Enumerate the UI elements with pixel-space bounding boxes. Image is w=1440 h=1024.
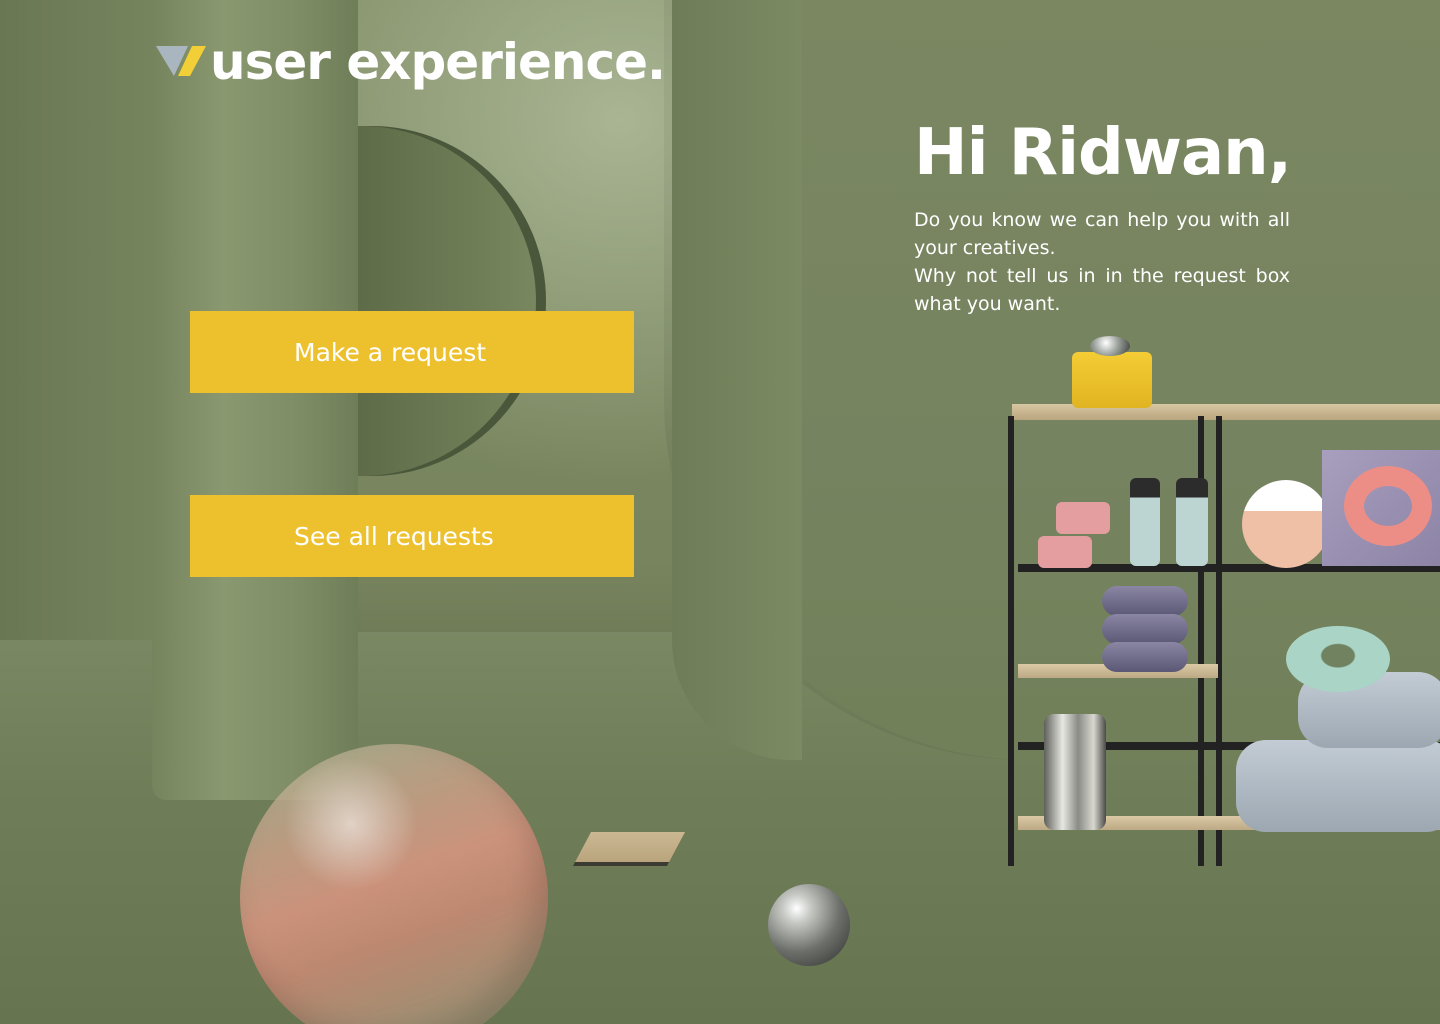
make-request-button[interactable]: Make a request	[190, 311, 634, 393]
greeting-message: Do you know we can help you with all you…	[914, 206, 1290, 318]
scene-curved-wall-edge	[672, 0, 802, 760]
scene-perfume-cap	[1090, 336, 1130, 356]
scene-ball	[1242, 480, 1330, 568]
scene-metal-ball	[768, 884, 850, 966]
scene-pillow	[1236, 740, 1440, 832]
see-all-requests-button[interactable]: See all requests	[190, 495, 634, 577]
scene-stack-disc	[1102, 586, 1188, 616]
scene-stack-disc	[1102, 642, 1188, 672]
brand-name: user experience.	[210, 33, 666, 91]
scene-floor-tile	[572, 832, 686, 866]
scene-bottle	[1130, 478, 1160, 566]
scene-arch-cutout	[356, 126, 546, 476]
scene-pink-jar	[1038, 536, 1092, 568]
scene-mint-donut	[1286, 626, 1390, 692]
scene-pink-donut	[1344, 466, 1432, 546]
scene-stack-disc	[1102, 614, 1188, 644]
greeting-title: Hi Ridwan,	[914, 116, 1292, 190]
scene-pink-jar	[1056, 502, 1110, 534]
scene-pillar	[152, 0, 358, 800]
shelf-post	[1008, 416, 1014, 866]
shelf-post	[1216, 416, 1222, 866]
triangle-logo-icon	[156, 44, 206, 80]
scene-perfume-bottle	[1072, 352, 1152, 408]
app-root: user experience. Make a request See all …	[0, 0, 1440, 1024]
brand-logo[interactable]: user experience.	[156, 30, 666, 94]
scene-wall-shadow	[0, 0, 152, 640]
greeting-line: Why not tell us in in the request box wh…	[914, 265, 1290, 315]
greeting-line: Do you know we can help you with all you…	[914, 209, 1290, 259]
scene-bottle	[1176, 478, 1208, 566]
scene-chrome-canister	[1044, 714, 1106, 830]
